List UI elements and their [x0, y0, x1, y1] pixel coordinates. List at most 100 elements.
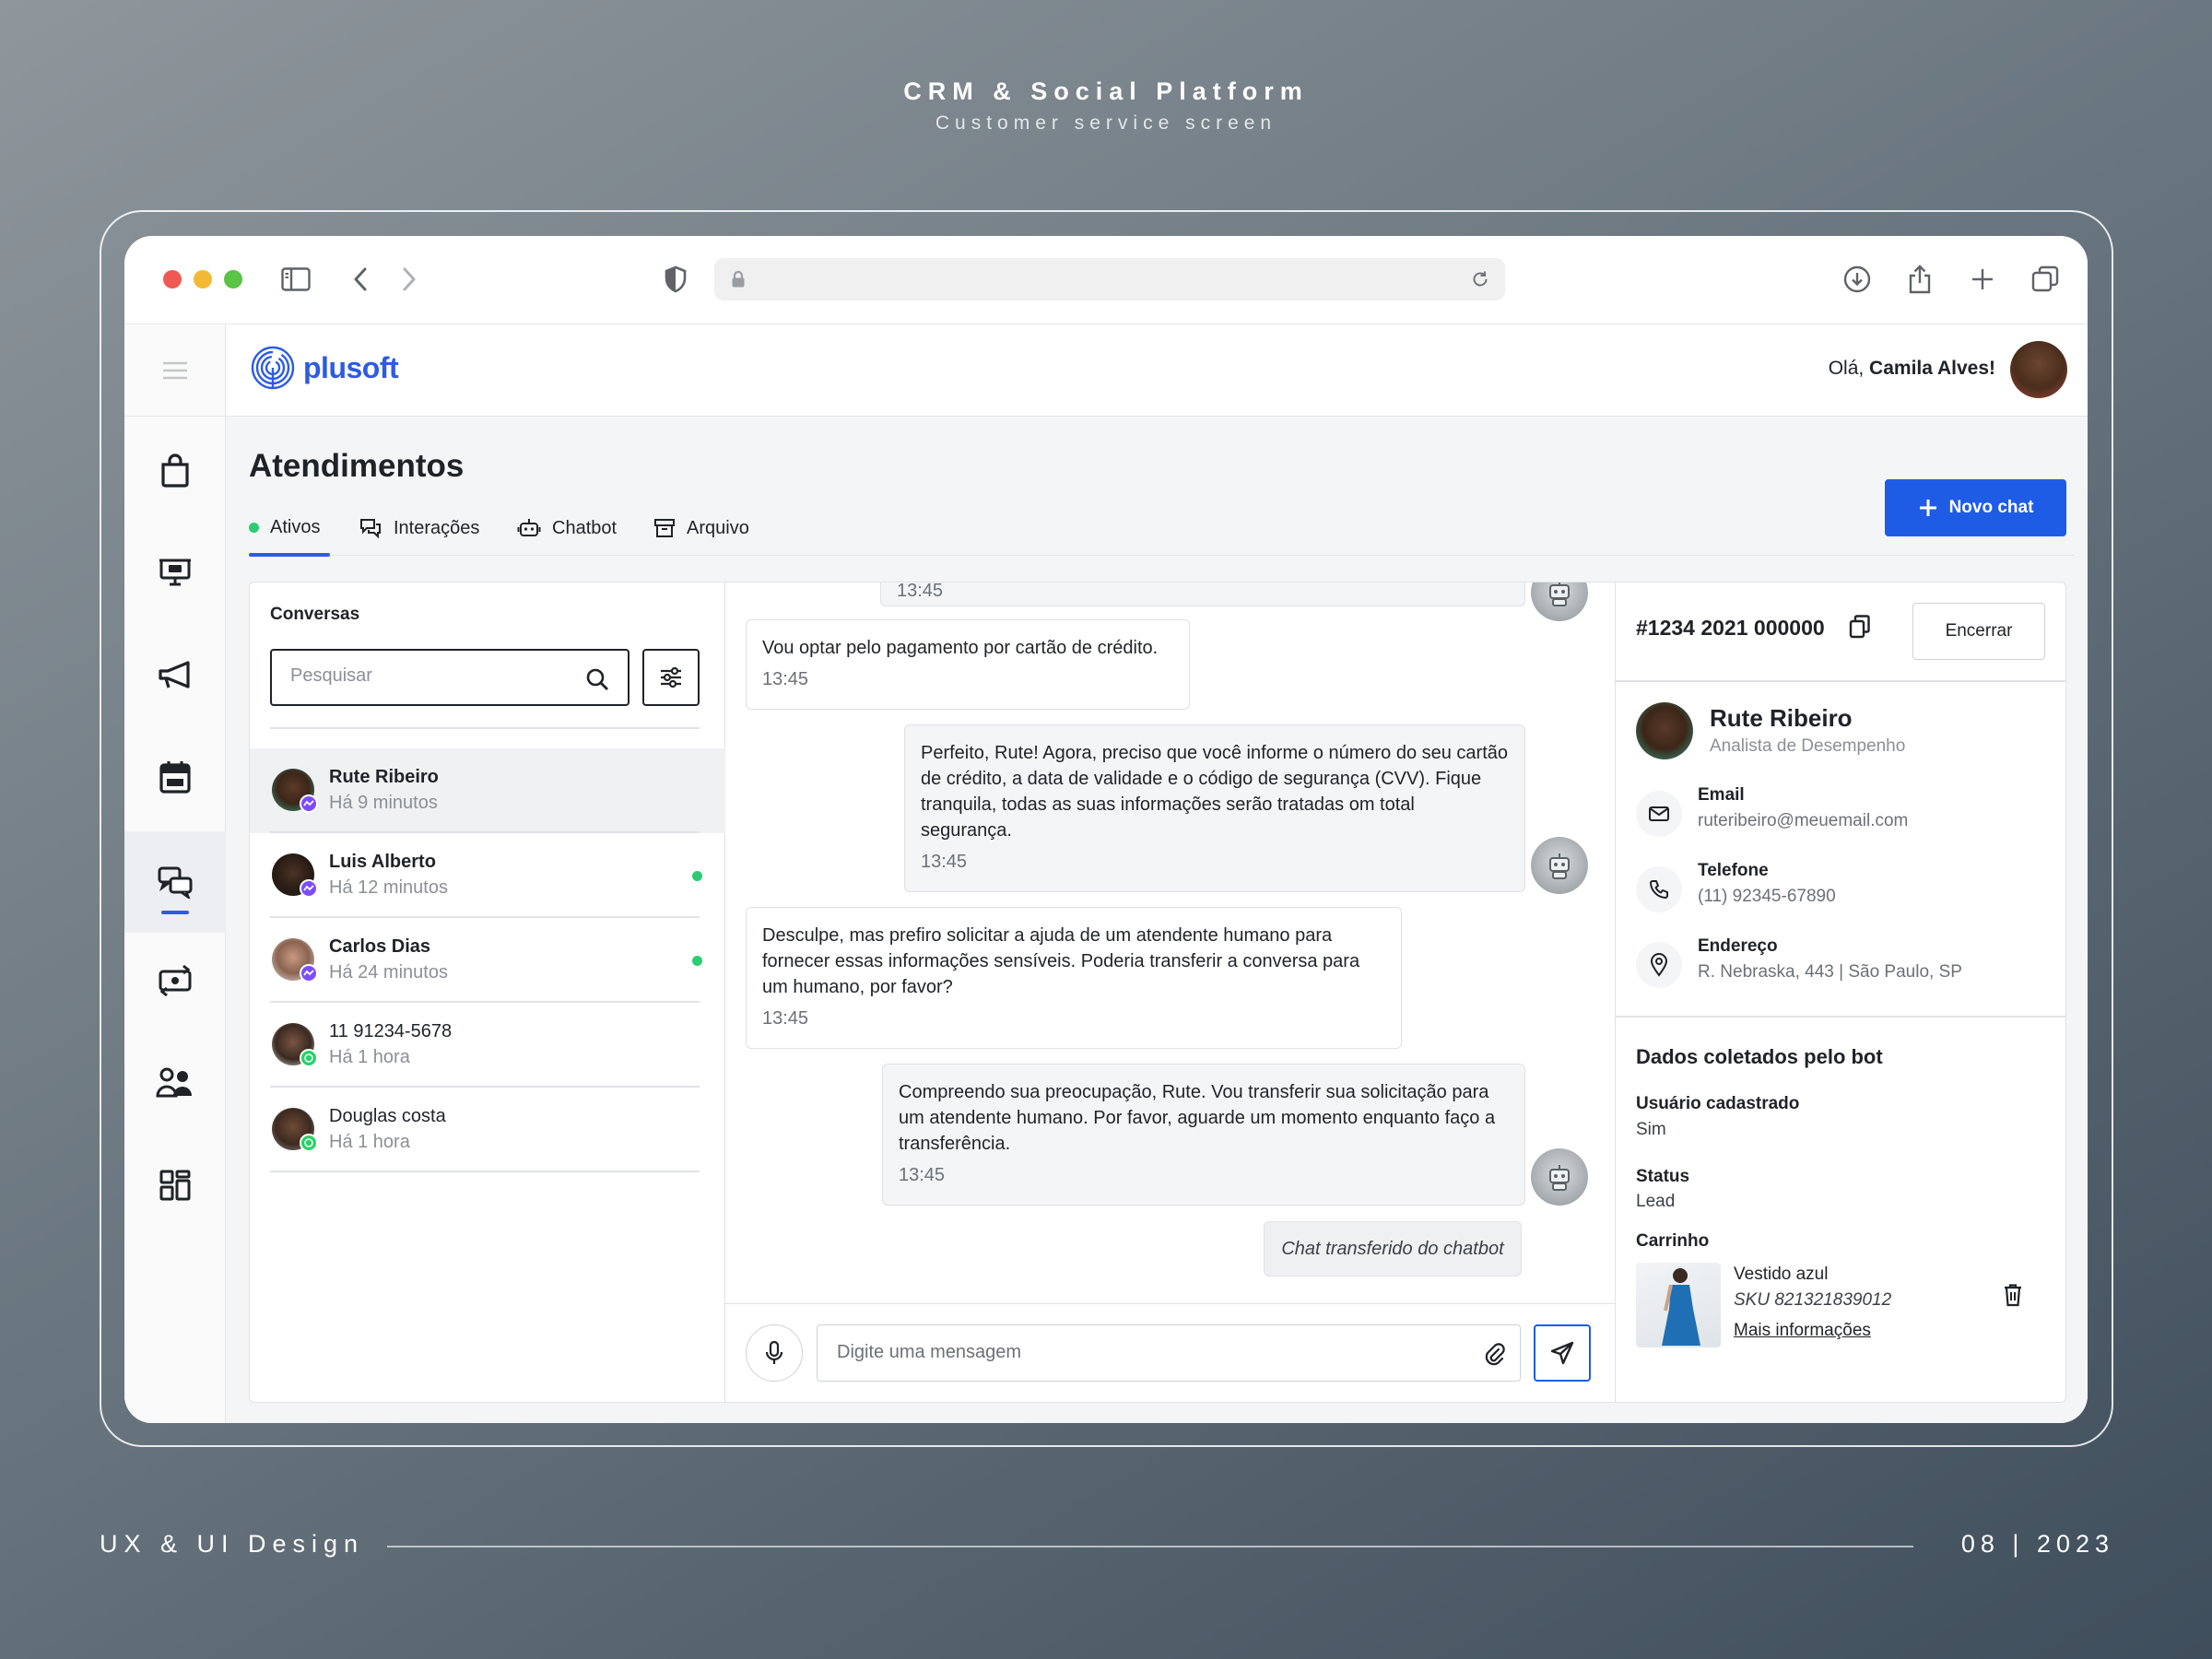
brand-logo[interactable]: plusoft — [250, 345, 399, 391]
reload-icon[interactable] — [1470, 269, 1490, 294]
user-name: Camila Alves! — [1869, 358, 1995, 379]
microphone-button[interactable] — [746, 1324, 803, 1382]
transfer-notice: Chat transferido do chatbot — [1264, 1221, 1522, 1277]
conversation-time: Há 1 hora — [329, 1047, 410, 1067]
tabs-divider — [249, 555, 2074, 556]
share-icon[interactable] — [1902, 262, 1937, 297]
message-composer — [725, 1303, 1616, 1402]
status-value: Lead — [1636, 1192, 1676, 1211]
conversation-name: 11 91234-5678 — [329, 1021, 453, 1041]
details-column: #1234 2021 000000 Encerrar Rute Ribeiro … — [1616, 582, 2065, 1402]
browser-window: plusoft Olá, Camila Alves! Atendimentos … — [124, 236, 2088, 1423]
mail-icon — [1636, 791, 1682, 837]
forward-icon[interactable] — [392, 262, 427, 297]
new-chat-button[interactable]: Novo chat — [1885, 479, 2066, 536]
filter-button[interactable] — [642, 649, 700, 706]
tab-label: Chatbot — [552, 517, 618, 538]
minimize-window-button[interactable] — [194, 270, 212, 288]
online-indicator — [692, 956, 702, 966]
lock-icon — [731, 270, 746, 293]
contact-email: Email ruteribeiro@meuemail.com — [1636, 782, 2060, 846]
status-label: Status — [1636, 1167, 1690, 1186]
search-icon[interactable] — [585, 667, 609, 696]
conversation-time: Há 12 minutos — [329, 877, 448, 898]
trash-icon[interactable] — [2003, 1283, 2023, 1312]
message-bubble: Compreendo sua preocupação, Rute. Vou tr… — [882, 1064, 1525, 1206]
new-tab-icon[interactable] — [1965, 262, 2000, 297]
bot-avatar — [1531, 1148, 1588, 1206]
tab-chatbot[interactable]: Chatbot — [517, 517, 617, 539]
presentation-icon[interactable] — [124, 529, 226, 614]
more-info-link[interactable]: Mais informações — [1734, 1321, 1871, 1341]
hamburger-menu-icon[interactable] — [124, 324, 226, 417]
sidebar-toggle-icon[interactable] — [278, 262, 313, 297]
back-icon[interactable] — [343, 262, 378, 297]
message-input-box — [817, 1324, 1521, 1382]
copy-icon[interactable] — [1848, 614, 1872, 644]
tab-label: Ativos — [270, 517, 321, 537]
product-image — [1636, 1263, 1721, 1347]
info-label: Telefone — [1698, 861, 1769, 880]
info-label: Endereço — [1698, 936, 1778, 956]
users-icon[interactable] — [124, 1040, 226, 1124]
cart-label: Carrinho — [1636, 1231, 1710, 1251]
calendar-icon[interactable] — [124, 735, 226, 819]
close-ticket-button[interactable]: Encerrar — [1912, 603, 2045, 660]
message-time: 13:45 — [762, 669, 809, 689]
address-bar[interactable] — [714, 258, 1505, 300]
contact-avatar — [1636, 702, 1693, 759]
conversations-title: Conversas — [270, 605, 360, 624]
paperclip-icon[interactable] — [1483, 1341, 1505, 1371]
maximize-window-button[interactable] — [224, 270, 242, 288]
message-input[interactable] — [837, 1342, 1464, 1363]
brand-name: plusoft — [303, 350, 399, 384]
download-icon[interactable] — [1840, 262, 1875, 297]
send-icon — [1550, 1341, 1574, 1365]
conversation-item[interactable]: Rute Ribeiro Há 9 minutos — [250, 748, 725, 833]
robot-icon — [517, 519, 541, 536]
contact-address: Endereço R. Nebraska, 443 | São Paulo, S… — [1636, 933, 2060, 997]
conversation-name: Carlos Dias — [329, 936, 431, 957]
message-text: Perfeito, Rute! Agora, preciso que você … — [921, 743, 1509, 841]
details-divider — [1616, 1016, 2065, 1018]
messenger-icon — [300, 879, 318, 898]
sliders-icon — [661, 666, 681, 688]
info-value: (11) 92345-67890 — [1698, 887, 1836, 906]
browser-toolbar — [124, 236, 2088, 324]
close-window-button[interactable] — [163, 270, 182, 288]
messenger-icon — [300, 964, 318, 982]
conversation-item[interactable]: Luis Alberto Há 12 minutos — [250, 833, 725, 918]
phone-icon — [1636, 866, 1682, 912]
tab-interacoes[interactable]: Interações — [359, 517, 479, 539]
side-navigation — [124, 324, 226, 1423]
bot-data-title: Dados coletados pelo bot — [1636, 1045, 1883, 1068]
microphone-icon — [765, 1340, 783, 1364]
tab-arquivo[interactable]: Arquivo — [653, 517, 749, 539]
send-button[interactable] — [1534, 1324, 1591, 1382]
new-chat-label: Novo chat — [1948, 498, 2034, 517]
message-time: 13:45 — [897, 582, 944, 601]
tab-ativos[interactable]: Ativos — [249, 517, 320, 538]
contact-role: Analista de Desempenho — [1710, 736, 1906, 756]
shield-icon[interactable] — [658, 262, 693, 297]
search-box — [270, 649, 629, 706]
conversation-item[interactable]: 11 91234-5678 Há 1 hora — [250, 1003, 725, 1088]
product-sku: SKU 821321839012 — [1734, 1290, 1892, 1310]
user-avatar[interactable] — [2010, 341, 2067, 398]
bot-avatar — [1531, 582, 1588, 621]
conversation-item[interactable]: Carlos Dias Há 24 minutos — [250, 918, 725, 1003]
tabs-overview-icon[interactable] — [2028, 262, 2063, 297]
chat-bubbles-icon — [360, 519, 381, 539]
dashboard-icon[interactable] — [124, 1143, 226, 1228]
whatsapp-icon — [300, 1049, 318, 1067]
shopping-bag-icon[interactable] — [124, 428, 226, 512]
app-topbar: plusoft Olá, Camila Alves! — [226, 324, 2088, 417]
product-name: Vestido azul — [1734, 1265, 1829, 1284]
exchange-icon[interactable] — [124, 938, 226, 1023]
conversation-item[interactable]: Douglas costa Há 1 hora — [250, 1088, 725, 1172]
footer-left-caption: UX & UI Design — [100, 1530, 365, 1558]
megaphone-icon[interactable] — [124, 632, 226, 717]
search-input[interactable] — [290, 665, 567, 687]
registered-value: Sim — [1636, 1120, 1666, 1139]
chat-nav-icon[interactable] — [124, 831, 226, 933]
